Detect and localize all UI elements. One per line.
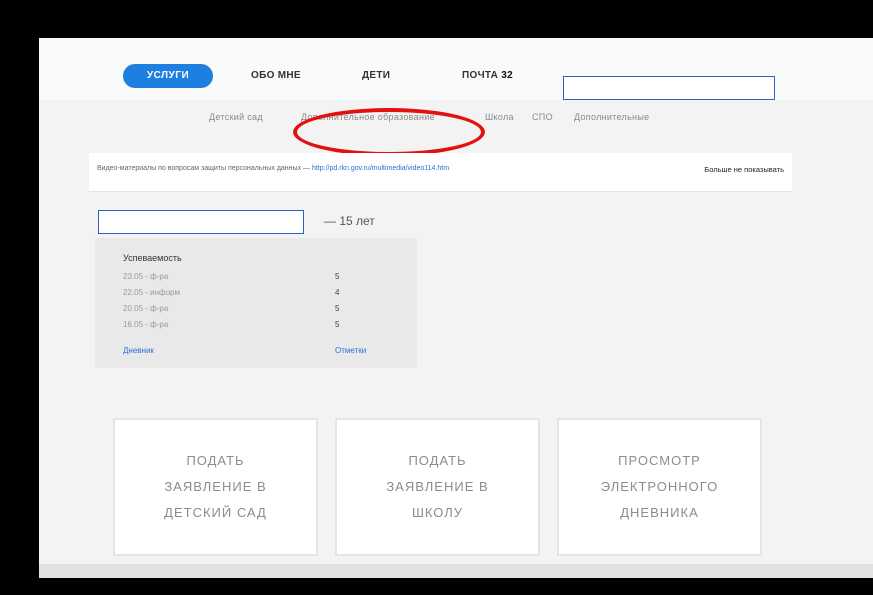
banner-message: Видео-материалы по вопросам защиты персо… [97,165,312,172]
tile-apply-kindergarten[interactable]: ПОДАТЬ ЗАЯВЛЕНИЕ В ДЕТСКИЙ САД [113,418,318,556]
banner-dismiss-link[interactable]: Больше не показывать [704,165,784,174]
banner-link[interactable]: http://pd.rkn.gov.ru/multimedia/video114… [312,165,449,172]
subnav-dopolnitelnye[interactable]: Дополнительные [574,112,649,122]
nav-deti[interactable]: ДЕТИ [362,64,390,88]
tile-apply-school[interactable]: ПОДАТЬ ЗАЯВЛЕНИЕ В ШКОЛУ [335,418,540,556]
tile-label: ПОДАТЬ ЗАЯВЛЕНИЕ В ШКОЛУ [386,453,489,520]
subnav-spo[interactable]: СПО [532,112,553,122]
tile-view-diary[interactable]: ПРОСМОТР ЭЛЕКТРОННОГО ДНЕВНИКА [557,418,762,556]
tile-label: ПОДАТЬ ЗАЯВЛЕНИЕ В ДЕТСКИЙ САД [164,453,267,520]
info-banner: Видео-материалы по вопросам защиты персо… [89,153,792,192]
nav-obo-mne[interactable]: ОБО МНЕ [251,64,301,88]
nav-pochta-label: ПОЧТА [462,70,499,81]
banner-text: Видео-материалы по вопросам защиты персо… [97,165,449,172]
page: УСЛУГИ ОБО МНЕ ДЕТИ ПОЧТА 32 Детский сад… [39,38,873,578]
nav-pochta[interactable]: ПОЧТА 32 [462,64,513,88]
mail-count-badge: 32 [501,70,514,81]
nav-uslugi[interactable]: УСЛУГИ [123,64,213,88]
grade-row: 23.05 - ф-ра 5 [123,272,393,281]
redacted-child-name [98,210,304,234]
tile-label: ПРОСМОТР ЭЛЕКТРОННОГО ДНЕВНИКА [600,453,719,520]
performance-title: Успеваемость [123,253,182,263]
grade-value: 5 [335,304,340,313]
diary-link[interactable]: Дневник [123,346,154,355]
grade-value: 4 [335,288,340,297]
grade-row: 22.05 - информ 4 [123,288,393,297]
redacted-user-name [563,76,775,100]
grade-row-label: 20.05 - ф-ра [123,304,169,313]
performance-card: Успеваемость 23.05 - ф-ра 5 22.05 - инфо… [95,238,417,368]
page-bottom-strip [39,564,873,578]
grade-row: 20.05 - ф-ра 5 [123,304,393,313]
grade-row: 16.05 - ф-ра 5 [123,320,393,329]
subnav-detsky-sad[interactable]: Детский сад [209,112,263,122]
screenshot-frame: УСЛУГИ ОБО МНЕ ДЕТИ ПОЧТА 32 Детский сад… [7,0,873,595]
marks-link[interactable]: Отметки [335,346,366,355]
grade-value: 5 [335,272,340,281]
subnav-shkola[interactable]: Школа [485,112,514,122]
grade-row-label: 16.05 - ф-ра [123,320,169,329]
top-nav: УСЛУГИ ОБО МНЕ ДЕТИ ПОЧТА 32 [39,38,873,101]
highlight-circle [293,108,485,156]
child-age: — 15 лет [324,214,375,228]
grade-value: 5 [335,320,340,329]
grade-row-label: 22.05 - информ [123,288,180,297]
grade-row-label: 23.05 - ф-ра [123,272,169,281]
